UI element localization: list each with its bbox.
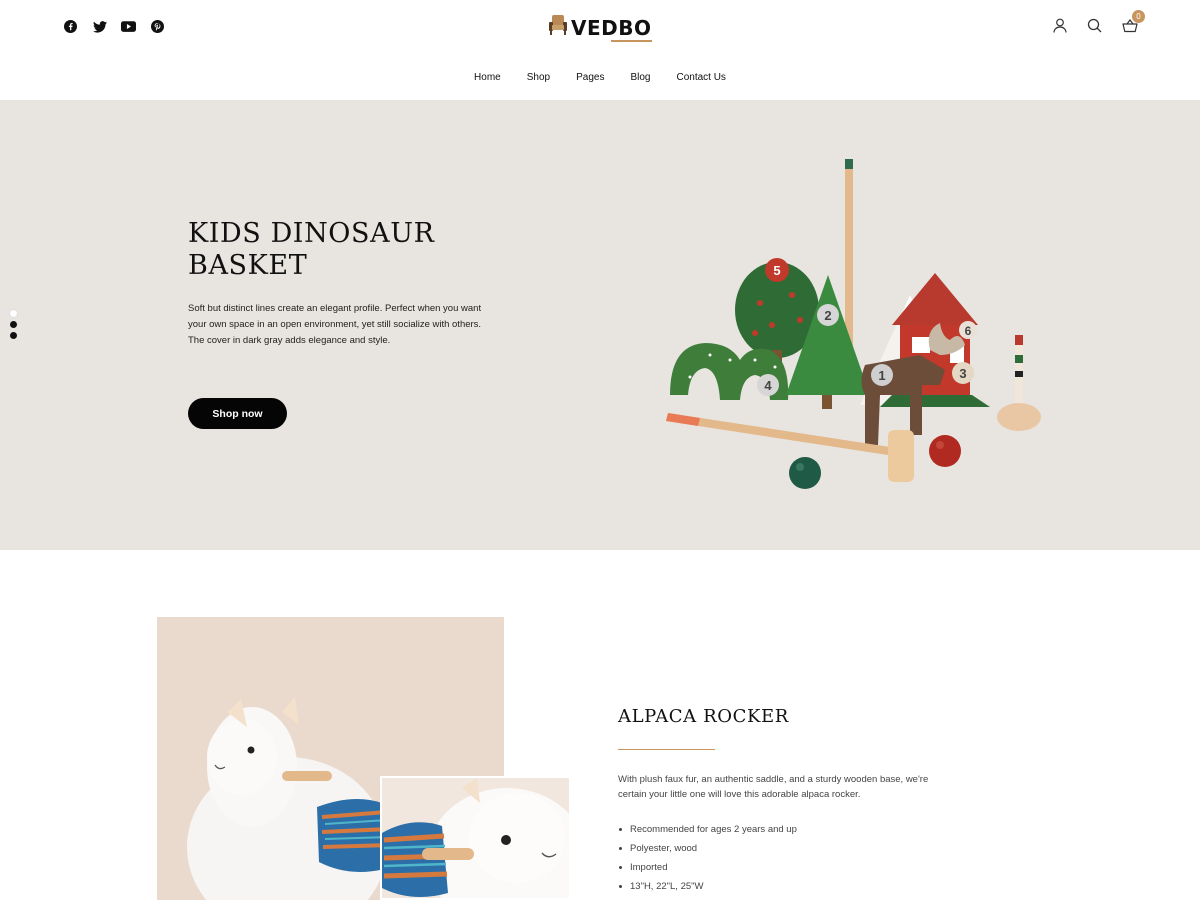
pine-number: 2 [824,308,831,323]
slider-dot-2[interactable] [10,321,17,328]
title-divider [618,749,715,750]
slider-pagination [10,310,17,339]
cart-icon[interactable]: 0 [1121,10,1145,34]
twitter-icon[interactable] [92,19,107,34]
list-item: Recommended for ages 2 years and up [618,820,797,839]
nav-item-home[interactable]: Home [474,72,501,83]
main-nav: Home Shop Pages Blog Contact Us [0,72,1200,83]
product-title: ALPACA ROCKER [618,706,789,727]
list-item: Polyester, wood [618,839,797,858]
armchair-icon [548,14,568,41]
croquet-set-image: 5 4 2 6 1 3 [666,159,1041,489]
slider-dot-1[interactable] [10,310,17,317]
nav-item-blog[interactable]: Blog [630,72,650,83]
mountain-number: 3 [959,366,966,381]
site-header: VEDBO 0 Home Shop Pages Blog Contact Us [0,0,1200,100]
facebook-icon[interactable] [63,19,78,34]
nav-item-shop[interactable]: Shop [527,72,550,83]
arch-number: 4 [764,378,772,393]
header-actions: 0 [1051,10,1145,34]
tree-number: 5 [773,263,780,278]
hero-description: Soft but distinct lines create an elegan… [188,303,482,346]
pinterest-icon[interactable] [150,19,165,34]
youtube-icon[interactable] [121,19,136,34]
alpaca-rocker-thumbnail[interactable] [380,776,571,900]
site-logo[interactable]: VEDBO [548,14,652,42]
slider-dot-3[interactable] [10,332,17,339]
product-features-list: Recommended for ages 2 years and up Poly… [618,820,797,896]
product-description: With plush faux fur, an authentic saddle… [618,774,929,800]
nav-item-pages[interactable]: Pages [576,72,604,83]
logo-text: VEDBO [571,15,652,42]
search-icon[interactable] [1086,17,1103,34]
hero-slider: KIDS DINOSAUR BASKET Soft but distinct l… [0,100,1200,550]
list-item: 13"H, 22"L, 25"W [618,877,797,896]
cart-count-badge: 0 [1132,10,1145,23]
house-number: 6 [965,324,972,338]
social-links [63,19,165,34]
shop-now-button[interactable]: Shop now [188,398,287,429]
hero-title: KIDS DINOSAUR BASKET [188,218,435,281]
moose-number: 1 [878,368,885,383]
nav-item-contact-us[interactable]: Contact Us [676,72,725,83]
list-item: Imported [618,858,797,877]
account-icon[interactable] [1051,17,1068,34]
